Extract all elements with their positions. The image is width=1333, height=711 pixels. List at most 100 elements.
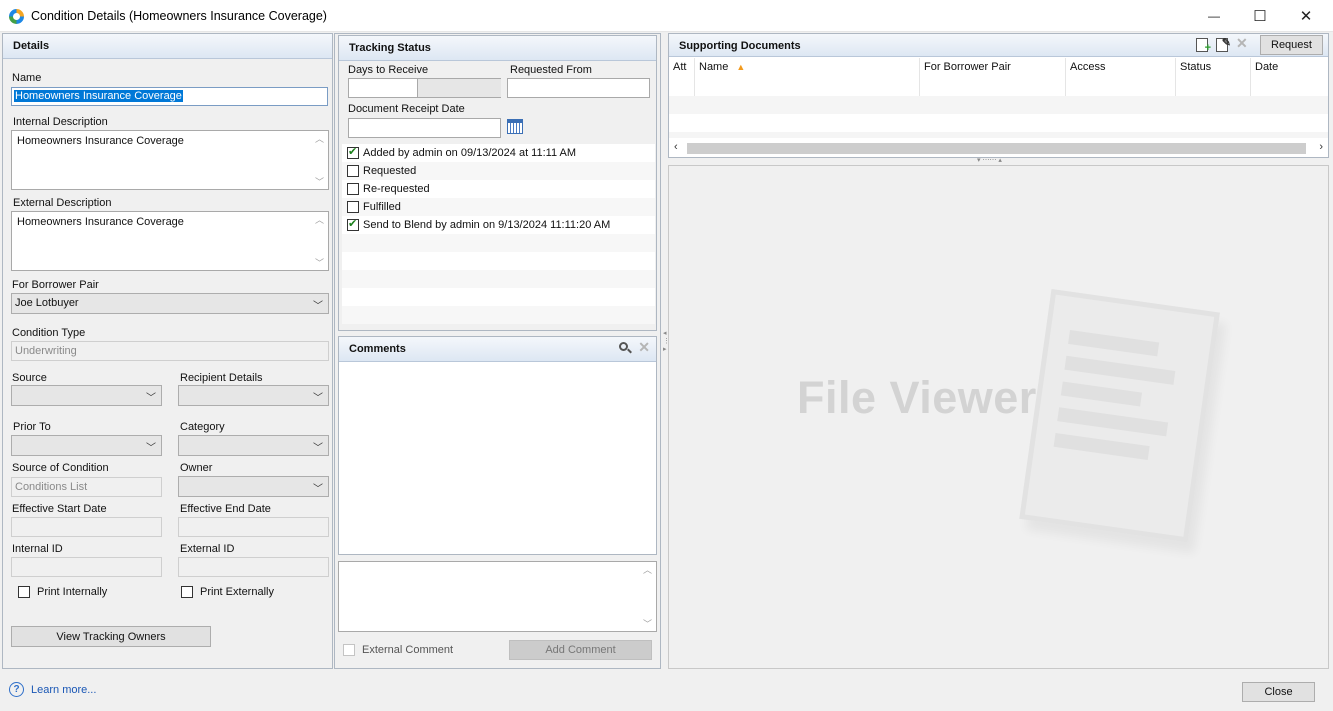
scroll-up-icon: ︿ — [314, 134, 324, 144]
borrower-pair-value: Joe Lotbuyer — [15, 297, 79, 309]
chevron-down-icon: ﹀ — [313, 484, 323, 495]
checkbox-box[interactable] — [18, 586, 30, 598]
file-viewer-watermark-text: File Viewer — [797, 372, 1037, 423]
delete-comment-icon[interactable]: ✕ — [638, 339, 650, 356]
effective-start-date-field — [11, 517, 162, 537]
borrower-pair-select[interactable]: Joe Lotbuyer ﹀ — [11, 293, 329, 314]
scroll-up-icon: ︿ — [314, 215, 324, 225]
tracking-row-requested[interactable]: Requested — [342, 162, 655, 180]
comments-title: Comments — [349, 343, 406, 355]
external-comment-label: External Comment — [362, 644, 454, 656]
scroll-down-icon: ﹀ — [314, 258, 324, 268]
tracking-row-label: Fulfilled — [363, 201, 401, 213]
category-select[interactable]: ﹀ — [178, 435, 329, 456]
internal-id-field — [11, 557, 162, 577]
window-title: Condition Details (Homeowners Insurance … — [31, 9, 327, 23]
chevron-down-icon: ﹀ — [313, 301, 323, 312]
request-button[interactable]: Request — [1260, 35, 1323, 55]
tracking-status-header: Tracking Status — [339, 36, 656, 61]
checkbox-checked[interactable] — [347, 217, 359, 231]
name-value: Homeowners Insurance Coverage — [14, 90, 183, 102]
search-comments-icon[interactable] — [618, 341, 632, 355]
checkbox-box[interactable] — [181, 586, 193, 598]
condition-type-value: Underwriting — [15, 345, 77, 357]
delete-document-icon[interactable]: ✕ — [1236, 35, 1248, 52]
scroll-left-icon[interactable]: ‹ — [674, 141, 678, 153]
supporting-documents-panel: Supporting Documents + ✎ ✕ Request Att N… — [668, 33, 1329, 158]
edit-document-icon[interactable]: ✎ — [1216, 37, 1231, 52]
maximize-button[interactable]: ☐ — [1237, 0, 1283, 32]
prior-to-select[interactable]: ﹀ — [11, 435, 162, 456]
learn-more-link[interactable]: Learn more... — [31, 684, 96, 696]
external-description-textarea[interactable]: Homeowners Insurance Coverage ︿ ﹀ — [11, 211, 329, 271]
documents-grid: Att Name ▲ For Borrower Pair Access Stat… — [669, 58, 1328, 156]
effective-end-date-label: Effective End Date — [180, 503, 271, 515]
condition-type-field: Underwriting — [11, 341, 329, 361]
checkbox-checked[interactable] — [347, 145, 359, 159]
supporting-documents-header: Supporting Documents + ✎ ✕ Request — [669, 34, 1328, 57]
scroll-up-icon: ︿ — [642, 565, 652, 575]
add-document-icon[interactable]: + — [1196, 38, 1211, 54]
column-header-name[interactable]: Name ▲ — [695, 58, 920, 96]
supporting-documents-title: Supporting Documents — [679, 40, 801, 52]
details-header: Details — [3, 34, 332, 59]
days-to-receive-input[interactable] — [348, 78, 501, 98]
close-window-button[interactable]: ✕ — [1283, 0, 1329, 32]
requested-from-input[interactable] — [507, 78, 650, 98]
tracking-row-added[interactable]: Added by admin on 09/13/2024 at 11:11 AM — [342, 144, 655, 162]
vertical-splitter[interactable]: ◂ ⋮ ▸ — [661, 33, 670, 669]
external-description-label: External Description — [13, 197, 112, 209]
source-of-condition-field: Conditions List — [11, 477, 162, 497]
horizontal-scrollbar[interactable]: ‹ › — [669, 140, 1328, 156]
internal-description-value: Homeowners Insurance Coverage — [17, 135, 184, 147]
scroll-right-icon[interactable]: › — [1319, 141, 1323, 153]
tracking-list: Added by admin on 09/13/2024 at 11:11 AM… — [339, 144, 656, 324]
tracking-row-rerequested[interactable]: Re-requested — [342, 180, 655, 198]
add-comment-button[interactable]: Add Comment — [509, 640, 652, 660]
effective-start-date-label: Effective Start Date — [12, 503, 107, 515]
tracking-row-fulfilled[interactable]: Fulfilled — [342, 198, 655, 216]
external-description-scrollbar[interactable]: ︿ ﹀ — [312, 213, 327, 269]
scroll-down-icon: ﹀ — [314, 177, 324, 187]
document-watermark-icon — [1018, 288, 1225, 551]
help-link[interactable]: ? Learn more... — [9, 682, 96, 697]
minimize-button[interactable]: — — [1191, 0, 1237, 32]
owner-label: Owner — [180, 462, 213, 474]
owner-select[interactable]: ﹀ — [178, 476, 329, 497]
view-tracking-owners-button[interactable]: View Tracking Owners — [11, 626, 211, 647]
help-icon: ? — [9, 682, 24, 697]
print-externally-checkbox[interactable]: Print Externally — [181, 586, 274, 598]
horizontal-splitter[interactable]: ▾ ⋯⋯ ▴ — [668, 157, 1329, 165]
document-receipt-date-input[interactable] — [348, 118, 501, 138]
tracking-row-label: Added by admin on 09/13/2024 at 11:11 AM — [363, 147, 577, 159]
column-header-att[interactable]: Att — [669, 58, 695, 96]
checkbox-box[interactable] — [347, 165, 359, 177]
print-internally-checkbox[interactable]: Print Internally — [18, 586, 107, 598]
column-header-borrower-pair[interactable]: For Borrower Pair — [920, 58, 1066, 96]
print-externally-label: Print Externally — [200, 586, 274, 598]
tracking-row-send-to-blend[interactable]: Send to Blend by admin on 9/13/2024 11:1… — [342, 216, 655, 234]
comments-panel: Comments ✕ — [338, 336, 657, 555]
column-header-date[interactable]: Date — [1251, 58, 1328, 96]
external-id-field — [178, 557, 329, 577]
calendar-icon[interactable] — [507, 119, 523, 134]
external-comment-checkbox[interactable]: External Comment — [343, 644, 453, 656]
checkbox-box[interactable] — [343, 644, 355, 656]
source-select[interactable]: ﹀ — [11, 385, 162, 406]
details-panel: Details Name Homeowners Insurance Covera… — [2, 33, 333, 669]
internal-id-label: Internal ID — [12, 543, 63, 555]
column-header-access[interactable]: Access — [1066, 58, 1176, 96]
checkbox-box[interactable] — [347, 183, 359, 195]
close-icon: ✕ — [1299, 8, 1313, 25]
checkbox-box[interactable] — [347, 201, 359, 213]
column-header-status[interactable]: Status — [1176, 58, 1251, 96]
comment-scrollbar[interactable]: ︿ ﹀ — [640, 563, 655, 630]
document-receipt-date-label: Document Receipt Date — [348, 103, 465, 115]
close-button[interactable]: Close — [1242, 682, 1315, 702]
internal-description-textarea[interactable]: Homeowners Insurance Coverage ︿ ﹀ — [11, 130, 329, 190]
scrollbar-thumb[interactable] — [687, 143, 1306, 154]
name-input[interactable]: Homeowners Insurance Coverage — [11, 87, 328, 106]
internal-description-scrollbar[interactable]: ︿ ﹀ — [312, 132, 327, 188]
new-comment-textarea[interactable]: ︿ ﹀ — [338, 561, 657, 632]
recipient-details-select[interactable]: ﹀ — [178, 385, 329, 406]
